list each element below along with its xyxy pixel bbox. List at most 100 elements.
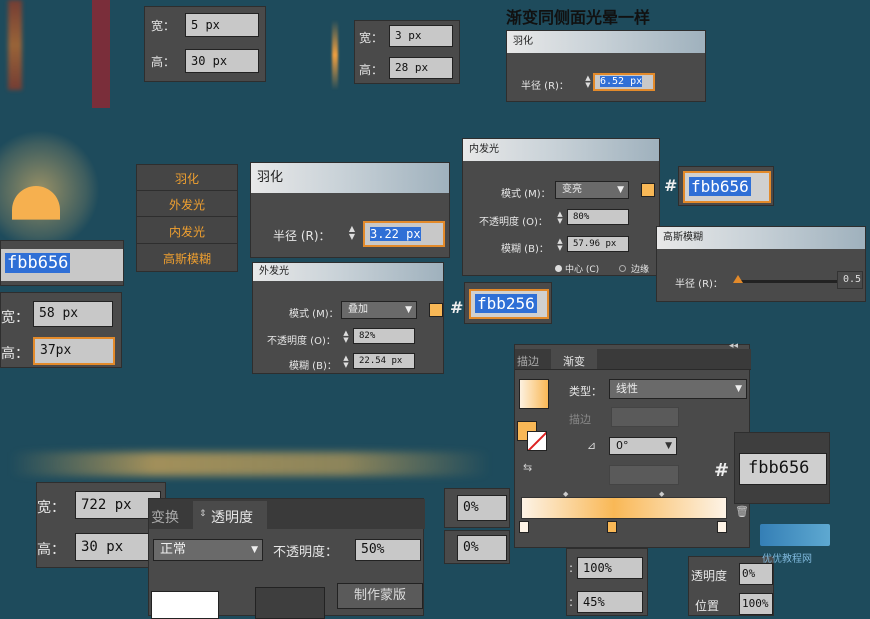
percent-panel-c: : 100% : 45% [566, 548, 648, 616]
stepper-icon[interactable]: ▲ ▼ [555, 238, 565, 252]
slider-handle-icon[interactable] [733, 275, 743, 283]
blur-field[interactable]: 57.96 px [567, 236, 629, 252]
radius-field[interactable]: 0.5 [837, 271, 863, 289]
aspect-select[interactable] [609, 465, 679, 485]
hex-panel-left: fbb656 [0, 240, 124, 286]
watermark-text: 优优教程网 [762, 554, 812, 565]
percent-field[interactable]: 45% [577, 591, 643, 613]
chevron-updown-icon: ⇕ [199, 509, 207, 519]
angle-icon: ⊿ [587, 439, 597, 452]
midpoint-icon[interactable]: ◆ [659, 490, 664, 498]
mode-label: 模式 (M)： [501, 189, 551, 200]
blend-mode-select[interactable]: 正常 ▼ [153, 539, 263, 561]
dialog-title: 羽化 [251, 163, 449, 193]
menu-item-outer-glow[interactable]: 外发光 [137, 193, 237, 217]
position-field[interactable]: 100% [739, 593, 773, 615]
mode-select[interactable]: 叠加 ▼ [341, 301, 417, 319]
opacity-field[interactable]: 50% [355, 539, 421, 561]
radius-field[interactable]: 3.22 px [363, 221, 445, 247]
opacity-field[interactable]: 82% [353, 328, 415, 344]
hex-field[interactable]: fbb256 [469, 289, 549, 319]
percent-panel-a: 0% [444, 488, 510, 528]
width-label: 宽： [1, 310, 29, 326]
color-stop-icon[interactable] [519, 521, 529, 533]
blur-label: 模糊 (B)： [289, 361, 337, 372]
color-swatch[interactable] [429, 303, 443, 317]
tab-transparency[interactable]: 透明度 [211, 507, 253, 527]
hex-field[interactable]: fbb656 [739, 453, 827, 485]
edge-label: 边缘 [631, 265, 650, 275]
percent-panel-b: 0% [444, 530, 510, 564]
stroke-none-icon[interactable] [527, 431, 547, 451]
tab-stroke[interactable]: 描边 [517, 353, 539, 369]
stepper-icon[interactable]: ▲ ▼ [347, 225, 357, 241]
position-label: 位置 [695, 599, 720, 613]
color-stop-icon[interactable] [607, 521, 617, 533]
radius-label: 半径 (R)： [273, 229, 331, 243]
collapse-icon[interactable]: ◂◂ [729, 341, 738, 351]
radius-field[interactable]: 6.52 px [593, 73, 655, 91]
size-panel-c: 宽： 58 px 高： 37px [0, 292, 122, 368]
height-field[interactable]: 28 px [389, 57, 453, 79]
stepper-icon[interactable]: ▲ ▼ [341, 355, 351, 369]
height-label: 高： [151, 55, 176, 69]
hex-field[interactable]: fbb656 [683, 171, 771, 203]
blur-field[interactable]: 22.54 px [353, 353, 415, 369]
hash-icon: # [714, 460, 730, 481]
hex-panel-inner: fbb656 [678, 166, 774, 206]
gaussian-blur-dialog: 高斯模糊 半径 (R)： 0.5 [656, 226, 866, 302]
hash-icon: # [664, 176, 678, 195]
chevron-down-icon: ▼ [665, 441, 672, 451]
height-field[interactable]: 30 px [185, 49, 259, 73]
radio-edge-icon[interactable] [619, 265, 626, 272]
hash-icon: # [450, 298, 464, 317]
percent-field[interactable]: 0% [457, 495, 507, 521]
thumbnail[interactable] [151, 591, 219, 619]
hex-field[interactable]: fbb656 [1, 249, 123, 281]
width-label: 宽： [37, 500, 65, 516]
menu-item-inner-glow[interactable]: 内发光 [137, 220, 237, 244]
page-title: 渐变同侧面光晕一样 [506, 8, 651, 27]
color-swatch[interactable] [641, 183, 655, 197]
radius-label: 半径 (R)： [521, 81, 569, 92]
reverse-icon[interactable]: ⇆ [523, 461, 532, 474]
size-panel-d: 宽： 722 px 高： 30 px [36, 482, 166, 568]
opacity-label: 不透明度： [273, 545, 339, 560]
stepper-icon[interactable]: ▲ ▼ [341, 330, 351, 344]
percent-field[interactable]: 0% [457, 535, 507, 561]
mode-select[interactable]: 变亮 ▼ [555, 181, 629, 199]
stop-panel: 透明度 0% 位置 100% [688, 556, 774, 616]
tab-gradient[interactable]: 渐变 [563, 353, 585, 369]
type-select[interactable]: 线性 ▼ [609, 379, 747, 399]
dialog-title: 羽化 [507, 31, 705, 53]
tab-transform[interactable]: 变换 [151, 507, 179, 527]
opacity-field[interactable]: 0% [739, 563, 773, 585]
gradient-preview[interactable] [519, 379, 549, 409]
dialog-title: 外发光 [253, 263, 443, 281]
height-label: 高： [37, 542, 65, 558]
angle-select[interactable]: 0° ▼ [609, 437, 677, 455]
width-field[interactable]: 3 px [389, 25, 453, 47]
width-field[interactable]: 58 px [33, 301, 113, 327]
width-field[interactable]: 5 px [185, 13, 259, 37]
stroke-options-icon[interactable] [611, 407, 679, 427]
gradient-slider[interactable] [521, 497, 727, 519]
color-stop-icon[interactable] [717, 521, 727, 533]
stepper-icon[interactable]: ▲ ▼ [555, 211, 565, 225]
opacity-field[interactable]: 80% [567, 209, 629, 225]
trash-icon[interactable]: 🗑 [735, 505, 749, 518]
height-label: 高： [1, 346, 29, 362]
radius-label: 半径 (R)： [675, 279, 723, 290]
mask-button[interactable]: 制作蒙版 [337, 583, 423, 609]
menu-item-feather[interactable]: 羽化 [137, 167, 237, 191]
watermark-logo-icon [760, 524, 830, 546]
mask-thumbnail[interactable] [255, 587, 325, 619]
percent-field[interactable]: 100% [577, 557, 643, 579]
stepper-icon[interactable]: ▲ ▼ [583, 75, 593, 89]
radius-slider[interactable] [737, 280, 837, 283]
height-field[interactable]: 37px [33, 337, 115, 365]
menu-item-gaussian-blur[interactable]: 高斯模糊 [137, 247, 237, 271]
radio-center-icon[interactable] [555, 265, 562, 272]
size-panel-a: 宽： 5 px 高： 30 px [144, 6, 266, 82]
midpoint-icon[interactable]: ◆ [563, 490, 568, 498]
